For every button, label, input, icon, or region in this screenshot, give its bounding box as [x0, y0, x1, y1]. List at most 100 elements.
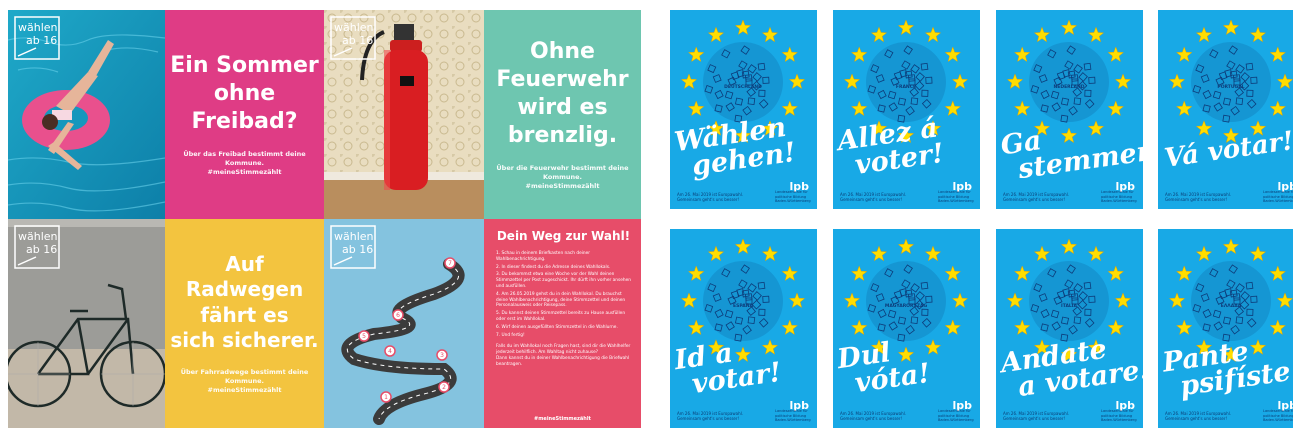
eu-star-icon [761, 26, 779, 43]
eu-star-icon [870, 26, 888, 43]
eu-star-icon [1222, 19, 1240, 36]
poster-footer-text: Am 26. Mai 2019 ist Europawahl. Gemeinsam… [1165, 191, 1232, 202]
eu-star-icon [924, 26, 942, 43]
eu-star-icon [1033, 245, 1051, 262]
europawahl-poster: FRANCE Allez á voter! Am 26. Mai 2019 ist E… [833, 10, 980, 209]
eu-star-icon [1269, 265, 1287, 282]
eu-star-icon [1033, 26, 1051, 43]
pool-photo-panel: wählen ab 16 [8, 10, 165, 219]
eu-star-icon [1013, 46, 1031, 63]
eu-star-icon [1175, 46, 1193, 63]
eu-star-icon [1006, 292, 1024, 309]
europawahl-poster: ITALIA Andate a votare! Am 26. Mai 2019 ist… [996, 229, 1143, 428]
eu-star-icon [1249, 245, 1267, 262]
eu-star-icon [680, 73, 698, 90]
europawahl-poster: PORTUGAL Vá votar! Am 26. Mai 2019 ist Eur… [1158, 10, 1293, 209]
eu-star-icon [1269, 319, 1287, 336]
svg-text:ab 16: ab 16 [26, 243, 57, 256]
eu-star-icon [1269, 100, 1287, 117]
lpb-logo-subtitle: Landeszentrale für politische Bildung Ba… [938, 409, 974, 422]
eu-star-icon [1107, 46, 1125, 63]
road-map-panel: 7 6 5 4 3 2 1 wählen ab 16 [324, 219, 484, 428]
eu-star-icon [707, 26, 725, 43]
poster-country: PORTUGAL [1217, 84, 1244, 90]
eu-star-icon [944, 319, 962, 336]
road-marker: 1 [380, 391, 392, 403]
freibad-caption: Über das Freibad bestimmt deine Kommune.… [183, 150, 306, 177]
eu-star-icon [944, 265, 962, 282]
eu-star-icon [1013, 319, 1031, 336]
eu-star-icon [897, 19, 915, 36]
poster-slogan: Id a votar! [672, 337, 784, 400]
eu-star-icon [1060, 19, 1078, 36]
eu-star-icon [951, 73, 969, 90]
poster-footer-text: Am 26. Mai 2019 ist Europawahl. Gemeinsam… [840, 410, 907, 421]
poster-country: DEUTSCHLAND [724, 84, 762, 90]
eu-star-icon [707, 245, 725, 262]
weg-steps: 1. Schau in deinem Briefkasten nach dein… [496, 251, 631, 338]
weg-step: 4. Am 26.05.2019 gehst du in dein Wahllo… [496, 291, 626, 309]
lpb-logo-subtitle: Landeszentrale für politische Bildung Ba… [775, 409, 811, 422]
extinguisher-photo-panel: wählen ab 16 [324, 10, 484, 219]
svg-text:ab 16: ab 16 [342, 243, 373, 256]
eu-star-icon [1222, 238, 1240, 255]
eu-star-icon [870, 245, 888, 262]
eu-star-icon [734, 19, 752, 36]
weg-step: 1. Schau in deinem Briefkasten nach dein… [496, 251, 591, 262]
eu-stars-illustration: PORTUGAL [1168, 19, 1293, 144]
europawahl-poster: NEDERLAND Ga stemmen! Am 26. Mai 2019 ist E… [996, 10, 1143, 209]
weg-title: Dein Weg zur Wahl! [496, 229, 631, 243]
eu-star-icon [1013, 265, 1031, 282]
eu-star-icon [850, 46, 868, 63]
eu-star-icon [680, 292, 698, 309]
svg-text:2: 2 [442, 384, 446, 391]
poster-footer-text: Am 26. Mai 2019 ist Europawahl. Gemeinsam… [840, 191, 907, 202]
road-marker: 3 [436, 349, 448, 361]
eu-star-icon [734, 238, 752, 255]
eu-star-icon [1114, 292, 1132, 309]
road-marker: 6 [392, 309, 404, 321]
weg-step: 5. Du kannst deinen Stimmzettel bereits … [496, 311, 626, 322]
poster-country: FRANCE [896, 84, 916, 90]
weg-footer: Falls du im Wahllokal noch Fragen hast, … [496, 344, 631, 367]
europawahl-poster: ESPAÑA Id a votar! Am 26. Mai 2019 ist Euro… [670, 229, 817, 428]
feuerwehr-caption: Über die Feuerwehr bestimmt deine Kommun… [496, 164, 629, 191]
eu-star-icon [781, 46, 799, 63]
waehlen-ab-16-logo: wählen ab 16 [330, 225, 376, 269]
eu-star-icon [850, 265, 868, 282]
eu-star-icon [1249, 26, 1267, 43]
poster-slogan: Allez á voter! [835, 112, 946, 181]
svg-text:wählen: wählen [18, 230, 58, 243]
svg-text:wählen: wählen [334, 21, 374, 34]
svg-text:wählen: wählen [334, 230, 374, 243]
radwege-panel: Auf Radwegen fährt es sich sicherer. Übe… [165, 219, 324, 428]
waehlen-ab-16-logo: wählen ab 16 [14, 16, 60, 60]
eu-star-icon [687, 319, 705, 336]
eu-star-icon [1195, 120, 1213, 136]
eu-star-icon [944, 46, 962, 63]
eu-star-icon [781, 319, 799, 336]
lpb-logo-subtitle: Landeszentrale für politische Bildung Ba… [775, 190, 811, 203]
eu-star-icon [850, 100, 868, 117]
eu-star-icon [843, 73, 861, 90]
feuerwehr-headline: Ohne Feuerwehr wird es brenzlig. [496, 38, 629, 149]
svg-text:4: 4 [388, 348, 392, 355]
eu-star-icon [897, 238, 915, 255]
eu-star-icon [788, 292, 806, 309]
weg-step: 3. Du bekommst etwa eine Woche vor der W… [496, 272, 631, 289]
eu-star-icon [951, 292, 969, 309]
eu-star-icon [788, 73, 806, 90]
poster-country: MAGYARORSZÁG [885, 302, 928, 309]
lpb-logo-subtitle: Landeszentrale für politische Bildung Ba… [1263, 190, 1293, 203]
europawahl-poster: ΕΛΛΑΔΑ Pante psifíste! Am 26. Mai 2019 ist … [1158, 229, 1293, 428]
poster-country: ITALIA [1061, 303, 1077, 309]
svg-text:ab 16: ab 16 [342, 34, 373, 47]
eu-star-icon [1013, 100, 1031, 117]
eu-star-icon [843, 292, 861, 309]
svg-text:3: 3 [440, 352, 444, 359]
poster-footer-text: Am 26. Mai 2019 ist Europawahl. Gemeinsam… [677, 410, 744, 421]
eu-star-icon [850, 319, 868, 336]
weg-step: 7. Und fertig! [496, 332, 525, 338]
road-marker: 2 [438, 381, 450, 393]
lpb-logo-subtitle: Landeszentrale für politische Bildung Ba… [938, 190, 974, 203]
